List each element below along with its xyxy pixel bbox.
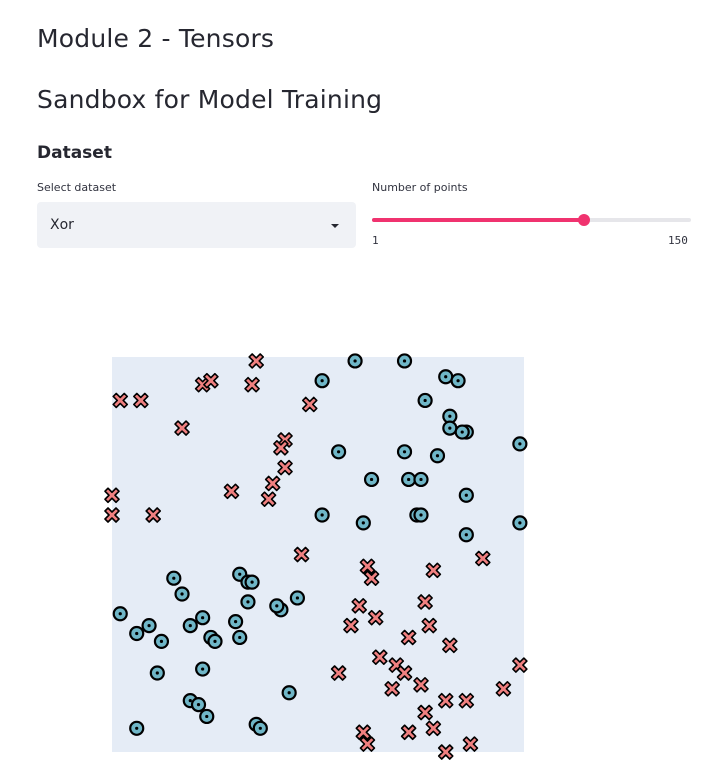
scatter-point-cross: [417, 704, 433, 721]
scatter-point-cross: [104, 487, 120, 504]
scatter-point-cross: [425, 562, 442, 579]
scatter-point-circle: [199, 708, 215, 725]
scatter-point-circle: [195, 610, 211, 626]
scatter-point-cross: [495, 680, 512, 697]
scatter-point-cross: [462, 736, 479, 752]
scatter-point-cross: [277, 459, 293, 476]
scatter-point-circle: [442, 420, 458, 436]
scatter-point-circle: [413, 471, 429, 488]
scatter-point-circle: [240, 594, 256, 610]
scatter-point-cross: [474, 550, 491, 567]
scatter-point-cross: [421, 617, 438, 634]
scatter-point-cross: [223, 483, 240, 500]
scatter-point-circle: [512, 436, 528, 452]
scatter-point-cross: [384, 680, 400, 697]
scatter-point-circle: [458, 487, 474, 503]
scatter-point-cross: [264, 475, 281, 492]
scatter-point-cross: [442, 637, 458, 654]
scatter-point-circle: [413, 507, 429, 523]
scatter-point-circle: [396, 353, 413, 369]
scatter-point-cross: [437, 692, 454, 709]
scatter-point-circle: [166, 570, 182, 586]
scatter-point-cross: [145, 507, 162, 523]
scatter-point-circle: [129, 720, 145, 736]
scatter-plot: [104, 353, 528, 760]
scatter-point-cross: [244, 376, 260, 393]
scatter-point-cross: [260, 491, 277, 507]
scatter-point-cross: [301, 396, 318, 413]
scatter-point-circle: [129, 625, 145, 642]
scatter-point-circle: [438, 369, 454, 385]
scatter-point-circle: [232, 629, 248, 646]
scatter-point-cross: [174, 420, 190, 436]
scatter-point-cross: [437, 744, 454, 760]
scatter-point-circle: [141, 618, 157, 634]
scatter-point-circle: [417, 392, 433, 409]
scatter-point-circle: [458, 527, 474, 543]
dataset-select-value: Xor: [50, 217, 74, 233]
dataset-select-label: Select dataset: [37, 181, 117, 194]
scatter-point-circle: [429, 448, 446, 464]
scatter-point-circle: [450, 373, 466, 389]
scatter-point-circle: [269, 598, 285, 614]
scatter-point-circle: [314, 507, 330, 523]
scatter-point-cross: [400, 629, 417, 646]
points-slider[interactable]: [372, 210, 691, 230]
scatter-plot-svg: [104, 353, 528, 760]
scatter-point-cross: [248, 353, 264, 369]
dataset-select[interactable]: Xor: [37, 202, 356, 248]
scatter-point-circle: [355, 515, 371, 531]
scatter-point-cross: [396, 665, 413, 681]
scatter-point-circle: [331, 444, 347, 460]
slider-min-label: 1: [372, 234, 379, 247]
scatter-point-circle: [112, 606, 128, 622]
scatter-point-circle: [347, 353, 363, 369]
scatter-point-cross: [367, 609, 384, 626]
scatter-point-cross: [343, 617, 359, 634]
scatter-point-cross: [512, 657, 528, 673]
page-title: Module 2 - Tensors: [37, 24, 275, 53]
scatter-point-circle: [182, 618, 198, 634]
scatter-point-cross: [413, 677, 429, 693]
scatter-point-circle: [252, 720, 268, 736]
scatter-point-circle: [244, 574, 260, 590]
page-subtitle: Sandbox for Model Training: [37, 85, 383, 114]
scatter-point-cross: [351, 598, 367, 614]
slider-thumb[interactable]: [577, 214, 590, 226]
points-slider-label: Number of points: [372, 181, 468, 194]
scatter-point-cross: [293, 546, 310, 563]
section-heading: Dataset: [37, 143, 112, 163]
scatter-point-circle: [195, 661, 211, 677]
scatter-point-circle: [174, 586, 190, 602]
scatter-point-circle: [396, 444, 413, 460]
scatter-point-cross: [425, 720, 442, 737]
scatter-point-cross: [330, 665, 347, 681]
scatter-point-circle: [401, 471, 417, 488]
scatter-point-cross: [458, 692, 475, 709]
scatter-point-circle: [281, 685, 297, 701]
scatter-point-cross: [417, 594, 433, 610]
scatter-point-circle: [190, 697, 207, 713]
scatter-point-circle: [207, 633, 223, 649]
scatter-point-circle: [149, 665, 165, 681]
scatter-point-cross: [371, 649, 388, 666]
scatter-point-circle: [153, 633, 170, 649]
scatter-point-cross: [400, 724, 417, 741]
scatter-point-cross: [133, 392, 149, 409]
scatter-point-circle: [512, 515, 528, 531]
scatter-point-circle: [314, 373, 330, 389]
scatter-point-cross: [112, 392, 129, 409]
scatter-point-circle: [363, 471, 380, 488]
scatter-point-circle: [289, 590, 305, 606]
slider-max-label: 150: [668, 234, 688, 247]
scatter-point-circle: [227, 614, 244, 630]
scatter-point-circle: [454, 424, 470, 440]
scatter-point-cross: [104, 507, 120, 523]
chevron-down-icon: [331, 224, 339, 228]
slider-fill: [372, 218, 584, 222]
